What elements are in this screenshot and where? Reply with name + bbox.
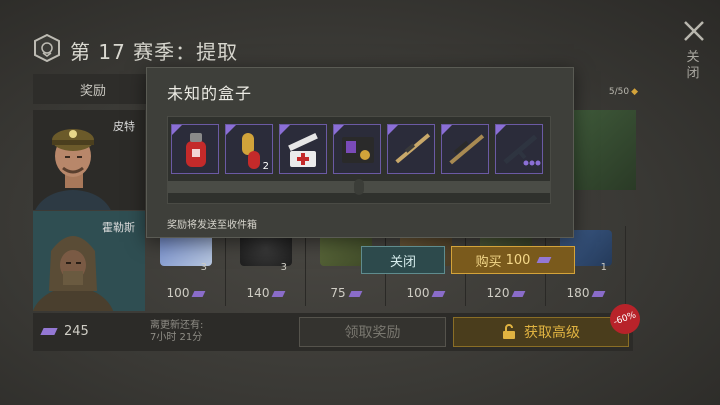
reward-price: 180	[546, 286, 625, 300]
assault-rifle-icon	[503, 134, 541, 166]
item-slot-syringe-kit[interactable]	[279, 124, 327, 174]
reward-price-value: 100	[406, 286, 430, 300]
workbench-icon	[571, 110, 636, 190]
character-card-pete[interactable]: 皮特	[33, 110, 145, 210]
item-slot-id-card[interactable]	[333, 124, 381, 174]
character-card-horace[interactable]: 霍勒斯	[33, 211, 145, 311]
popup-title: 未知的盒子	[167, 84, 253, 103]
character-portrait-icon	[35, 129, 111, 210]
reward-price: 140	[226, 286, 305, 300]
gem-icon	[592, 290, 606, 297]
reward-price-value: 180	[566, 286, 590, 300]
gem-icon	[192, 290, 206, 297]
tab-reward[interactable]: 奖励	[33, 74, 153, 104]
gem-icon	[432, 290, 446, 297]
gem-icon	[272, 290, 286, 297]
season-title: 第 17 赛季：提取	[70, 40, 239, 64]
popup-items-panel: 2	[167, 116, 551, 204]
reward-count: 1	[600, 262, 607, 273]
get-premium-label: 获取高级	[524, 325, 580, 341]
buy-label: 购买	[475, 254, 502, 270]
character-portrait-icon	[33, 236, 114, 311]
buy-price: 100	[505, 252, 531, 268]
sniper-rifle-icon	[395, 133, 431, 164]
reward-count: 3	[200, 262, 207, 273]
item-slot-sniper-rifle[interactable]	[387, 124, 435, 174]
refresh-timer: 离更新还有: 7小时 21分	[150, 320, 203, 344]
id-card-icon	[342, 137, 374, 163]
diamond-icon: ◆	[631, 87, 638, 97]
gem-icon	[40, 328, 58, 335]
close-icon[interactable]	[681, 18, 707, 44]
reward-price: 100	[386, 286, 465, 300]
get-premium-button[interactable]: 获取高级	[453, 317, 629, 347]
item-slot-gas-canister[interactable]	[171, 124, 219, 174]
reward-tier-item[interactable]: 3 100	[146, 226, 226, 306]
reward-price: 100	[146, 286, 225, 300]
reward-count: 3	[280, 262, 287, 273]
gem-icon	[348, 290, 363, 297]
scrollbar-thumb[interactable]	[354, 179, 364, 195]
popup-note: 奖励将发送至收件箱	[167, 220, 257, 231]
item-slot-pills[interactable]: 2	[225, 124, 273, 174]
gem-icon	[512, 290, 526, 297]
reward-price-value: 75	[330, 286, 346, 300]
currency-amount: 245	[64, 324, 89, 339]
syringe-kit-icon	[288, 132, 318, 167]
gas-canister-icon	[186, 133, 206, 167]
scoped-rifle-icon	[449, 134, 485, 165]
item-slot-scoped-rifle[interactable]	[441, 124, 489, 174]
season-emblem-icon	[33, 33, 61, 63]
progress-counter: 5/50 ◆	[588, 87, 638, 97]
item-slot-assault-rifle[interactable]	[495, 124, 543, 174]
close-side-label[interactable]: 关闭	[685, 50, 701, 82]
progress-text: 5/50	[608, 87, 630, 97]
unknown-box-popup: 未知的盒子 2 奖励将发送至收件箱	[146, 67, 574, 238]
refresh-time: 7小时 21分	[150, 332, 203, 343]
reward-tier-item[interactable]: 3 140	[226, 226, 306, 306]
reward-price-value: 100	[166, 286, 190, 300]
reward-price: 75	[306, 286, 385, 300]
claim-reward-button[interactable]: 领取奖励	[299, 317, 446, 347]
reward-price-value: 140	[246, 286, 270, 300]
popup-items-row: 2	[171, 124, 543, 174]
currency-display: 245	[40, 324, 89, 339]
reward-price-value: 120	[486, 286, 510, 300]
popup-buy-button[interactable]: 购买 100	[451, 246, 575, 274]
popup-close-button[interactable]: 关闭	[361, 246, 445, 274]
refresh-label: 离更新还有:	[150, 320, 204, 331]
gem-icon	[537, 257, 552, 263]
reward-price: 120	[466, 286, 545, 300]
item-qty: 2	[262, 161, 269, 172]
unlock-icon	[503, 324, 515, 339]
